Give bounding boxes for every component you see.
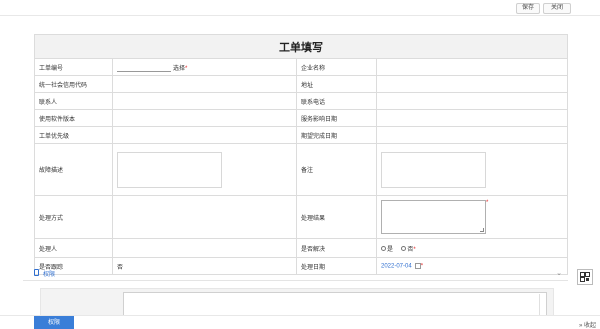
expected-date-label: 期望完成日期	[296, 126, 377, 144]
phone-value	[376, 92, 568, 110]
fault-desc-label: 故障描述	[34, 143, 113, 196]
form-title: 工单填写	[34, 34, 568, 59]
expected-date-value	[376, 126, 568, 144]
permissions-section-title: 权限	[43, 272, 56, 278]
address-value	[376, 75, 568, 93]
permissions-panel	[40, 288, 554, 319]
credit-code-label: 统一社会信用代码	[34, 75, 113, 93]
ticket-no-label: 工单编号	[34, 58, 113, 76]
handling-method-label: 处理方式	[34, 195, 113, 239]
required-mark: *	[413, 246, 416, 253]
company-name-label: 企业名称	[296, 58, 377, 76]
resolved-no-radio[interactable]	[401, 246, 407, 252]
double-chevron-right-icon: »	[578, 323, 583, 329]
save-button[interactable]: 保存	[516, 3, 540, 14]
resolved-cell: 是 否*	[376, 238, 568, 258]
priority-value	[112, 126, 297, 144]
service-date-label: 服务影响日期	[296, 109, 377, 127]
doc-icon	[34, 269, 39, 276]
software-version-value	[112, 109, 297, 127]
handling-result-textarea[interactable]	[381, 200, 486, 234]
resolved-yes-label: 是	[387, 246, 394, 253]
resize-grip-icon[interactable]	[480, 228, 484, 232]
collapse-button[interactable]: » 收起	[579, 320, 596, 329]
credit-code-value	[112, 75, 297, 93]
contact-value	[112, 92, 297, 110]
handler-value	[112, 238, 297, 258]
chevron-down-icon[interactable]: ⌄	[556, 269, 562, 277]
handling-result-label: 处理结果	[296, 195, 377, 239]
ticket-no-cell: 选择*	[112, 58, 297, 76]
address-label: 地址	[296, 75, 377, 93]
ticket-form: 工单填写 工单编号 选择* 企业名称 统一社会信用代码 地址 联系人 联系电话 …	[34, 34, 568, 275]
select-link[interactable]: 选择	[173, 66, 185, 72]
company-name-value	[376, 58, 568, 76]
priority-label: 工单优先级	[34, 126, 113, 144]
remark-input[interactable]	[381, 151, 486, 188]
resolved-label: 是否解决	[296, 238, 377, 258]
required-mark: *	[185, 65, 188, 72]
handling-result-cell: *	[376, 195, 568, 239]
close-button[interactable]: 关闭	[543, 3, 571, 14]
top-toolbar: 保存 关闭	[0, 0, 600, 16]
fault-desc-cell	[112, 143, 297, 196]
service-date-value	[376, 109, 568, 127]
remark-label: 备注	[296, 143, 377, 196]
handling-method-value	[112, 195, 297, 239]
ticket-no-input[interactable]	[117, 64, 171, 72]
resolved-yes-radio[interactable]	[381, 246, 386, 252]
phone-label: 联系电话	[296, 92, 377, 110]
fault-desc-input[interactable]	[117, 151, 222, 188]
required-mark: *	[486, 200, 489, 206]
permissions-button[interactable]: 权限	[34, 316, 74, 329]
handler-label: 处理人	[34, 238, 113, 258]
collapse-label: 收起	[583, 323, 596, 329]
software-version-label: 使用软件版本	[34, 109, 113, 127]
permissions-section-header[interactable]: 权限 ⌄	[23, 266, 568, 281]
remark-cell	[376, 143, 568, 196]
bottom-bar: 权限 » 收起	[0, 315, 600, 329]
qr-code-icon[interactable]	[577, 269, 593, 285]
contact-label: 联系人	[34, 92, 113, 110]
